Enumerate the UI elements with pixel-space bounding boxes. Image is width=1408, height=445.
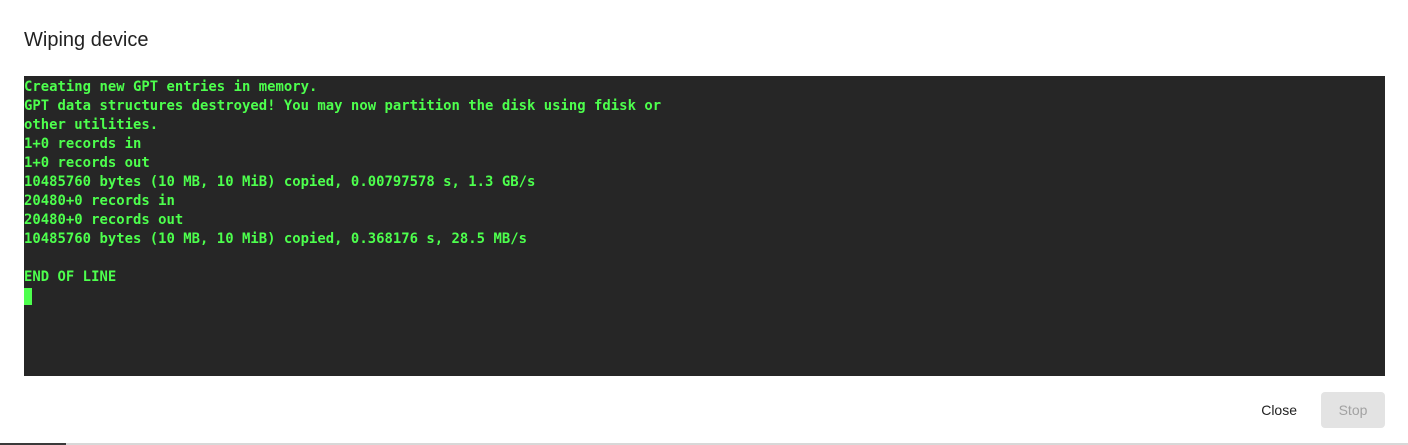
terminal-line: 20480+0 records out (24, 212, 184, 228)
wipe-device-dialog: Wiping device Creating new GPT entries i… (0, 0, 1408, 443)
terminal-cursor (24, 288, 32, 305)
terminal-output[interactable]: Creating new GPT entries in memory. GPT … (24, 76, 1385, 376)
dialog-footer: Close Stop (1251, 392, 1385, 428)
terminal-line: Creating new GPT entries in memory. (24, 79, 318, 95)
close-button[interactable]: Close (1251, 392, 1307, 428)
terminal-line: 1+0 records in (24, 136, 142, 152)
terminal-line: END OF LINE (24, 269, 117, 285)
terminal-line: 20480+0 records in (24, 193, 175, 209)
stop-button[interactable]: Stop (1321, 392, 1385, 428)
terminal-line: 10485760 bytes (10 MB, 10 MiB) copied, 0… (24, 231, 527, 247)
terminal-line: other utilities. (24, 117, 159, 133)
terminal-line: 1+0 records out (24, 155, 150, 171)
dialog-title: Wiping device (24, 29, 149, 51)
terminal-line: 10485760 bytes (10 MB, 10 MiB) copied, 0… (24, 174, 536, 190)
terminal-line: GPT data structures destroyed! You may n… (24, 98, 662, 114)
